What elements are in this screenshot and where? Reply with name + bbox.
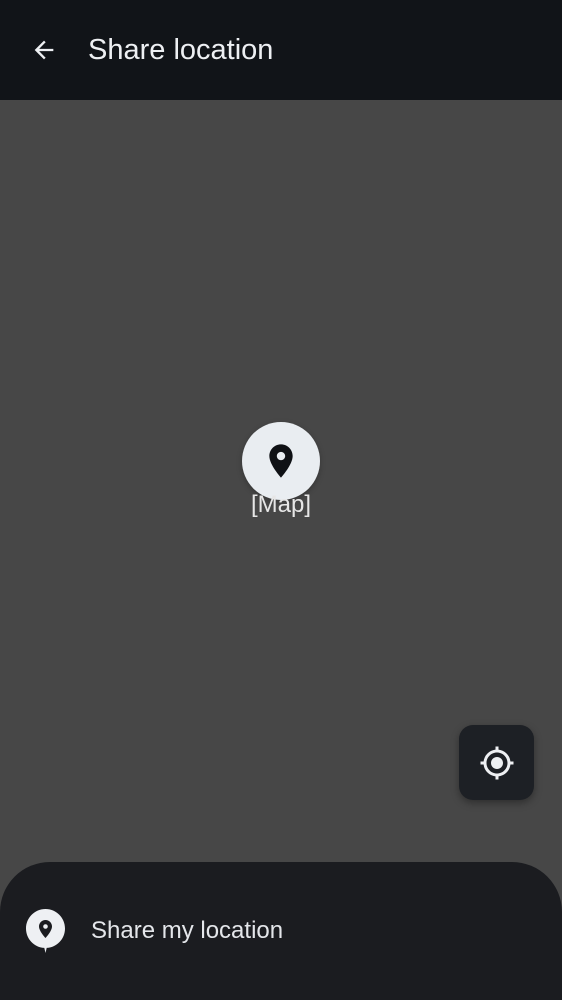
map-pin-icon — [269, 444, 293, 478]
location-bubble-icon — [26, 909, 65, 953]
share-my-location-label: Share my location — [91, 917, 284, 944]
page-title: Share location — [88, 34, 274, 66]
share-my-location-button[interactable]: Share my location — [0, 892, 562, 970]
back-button[interactable] — [22, 28, 66, 72]
arrow-left-icon — [34, 40, 54, 60]
top-app-bar: Share location — [0, 0, 562, 100]
map-center-pin — [242, 422, 320, 500]
my-location-button[interactable] — [459, 725, 534, 800]
map-placeholder-label: [Map] — [250, 491, 312, 518]
bottom-sheet: Share my location — [0, 862, 562, 1000]
share-location-screen: Share location [Map] Share my location — [0, 0, 562, 1000]
my-location-crosshair-icon — [480, 746, 513, 779]
